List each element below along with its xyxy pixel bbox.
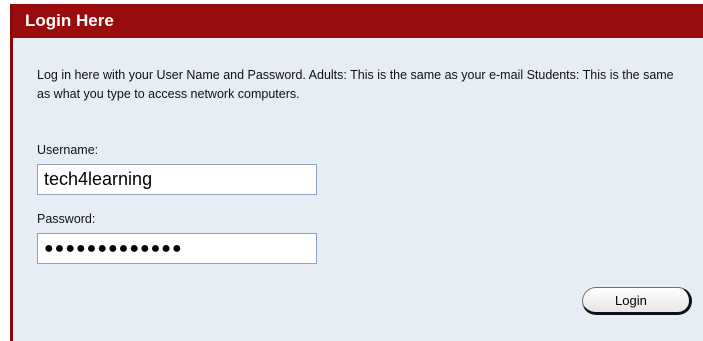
password-label: Password:	[37, 212, 96, 226]
login-panel: Login Here Log in here with your User Na…	[10, 4, 703, 341]
login-instructions: Log in here with your User Name and Pass…	[37, 68, 674, 101]
panel-title: Login Here	[25, 11, 114, 30]
username-field[interactable]	[37, 164, 317, 195]
panel-header: Login Here	[13, 4, 703, 38]
username-label: Username:	[37, 143, 99, 157]
login-button[interactable]: Login	[582, 287, 692, 315]
password-field[interactable]	[37, 233, 317, 264]
